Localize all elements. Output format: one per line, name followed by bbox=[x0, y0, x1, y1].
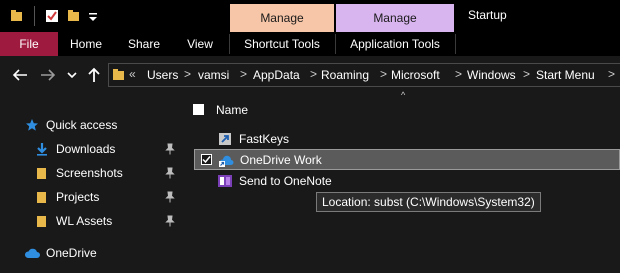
folder-icon bbox=[34, 189, 50, 205]
star-icon bbox=[24, 117, 40, 133]
breadcrumb-vamsi[interactable]: vamsi bbox=[198, 68, 229, 82]
toolbar-divider bbox=[34, 6, 35, 26]
tab-share[interactable]: Share bbox=[118, 32, 170, 56]
new-folder-icon[interactable] bbox=[67, 9, 81, 23]
folder-icon bbox=[34, 165, 50, 181]
nav-item-label: Projects bbox=[56, 190, 100, 204]
arrow-right-icon bbox=[41, 69, 56, 81]
nav-item-label: Quick access bbox=[46, 118, 118, 132]
shortcut-icon bbox=[219, 155, 234, 167]
breadcrumb-users[interactable]: Users bbox=[147, 68, 178, 82]
arrow-left-icon bbox=[12, 69, 27, 81]
tab-home[interactable]: Home bbox=[60, 32, 112, 56]
pin-icon[interactable] bbox=[164, 191, 176, 203]
pin-icon[interactable] bbox=[164, 143, 176, 155]
breadcrumb-separator[interactable]: > bbox=[608, 67, 615, 81]
file-name: Send to OneNote bbox=[239, 173, 332, 188]
file-row-onedrive-work[interactable]: OneDrive Work bbox=[194, 149, 620, 170]
shortcut-icon bbox=[219, 132, 231, 145]
back-button[interactable] bbox=[10, 64, 30, 86]
nav-item-quick-access[interactable]: Quick access bbox=[24, 114, 117, 136]
tab-label: Manage bbox=[373, 11, 417, 25]
pin-icon[interactable] bbox=[164, 167, 176, 179]
nav-item-projects[interactable]: Projects bbox=[34, 186, 99, 208]
tab-application-tools[interactable]: Application Tools bbox=[336, 32, 454, 56]
folder-icon bbox=[34, 213, 50, 229]
tab-manage-shortcut-tools[interactable]: Manage bbox=[230, 4, 334, 32]
file-name: FastKeys bbox=[239, 131, 290, 146]
nav-item-label: OneDrive bbox=[46, 246, 97, 260]
breadcrumb-separator[interactable]: > bbox=[310, 67, 317, 81]
folder-icon[interactable] bbox=[10, 9, 24, 23]
select-all-checkbox[interactable] bbox=[193, 104, 204, 115]
breadcrumb-separator[interactable]: > bbox=[184, 67, 191, 81]
breadcrumb-separator[interactable]: > bbox=[240, 67, 247, 81]
nav-item-label: Downloads bbox=[56, 142, 116, 156]
breadcrumb-start-menu[interactable]: Start Menu bbox=[536, 68, 595, 82]
properties-check-icon[interactable] bbox=[45, 9, 59, 23]
breadcrumb-roaming[interactable]: Roaming bbox=[321, 68, 369, 82]
nav-item-screenshots[interactable]: Screenshots bbox=[34, 162, 123, 184]
context-divider bbox=[455, 34, 456, 54]
onenote-icon bbox=[218, 174, 232, 187]
chevron-down-icon bbox=[67, 72, 77, 79]
pin-icon[interactable] bbox=[164, 215, 176, 227]
nav-item-label: Screenshots bbox=[56, 166, 123, 180]
tab-view[interactable]: View bbox=[174, 32, 226, 56]
nav-item-onedrive[interactable]: OneDrive bbox=[24, 242, 97, 264]
nav-item-wl-assets[interactable]: WL Assets bbox=[34, 210, 112, 232]
breadcrumb-overflow[interactable]: « bbox=[129, 67, 136, 81]
up-button[interactable] bbox=[84, 64, 104, 86]
breadcrumb-separator[interactable]: > bbox=[523, 67, 530, 81]
tab-label: Manage bbox=[260, 11, 304, 25]
file-name: OneDrive Work bbox=[240, 152, 322, 167]
arrow-up-icon bbox=[88, 67, 100, 82]
customize-toolbar-icon[interactable] bbox=[88, 9, 98, 23]
cloud-icon bbox=[24, 245, 40, 261]
file-row-fastkeys[interactable]: FastKeys bbox=[194, 128, 620, 149]
column-header-name[interactable]: Name bbox=[216, 103, 248, 117]
breadcrumb-microsoft[interactable]: Microsoft bbox=[391, 68, 440, 82]
location-tooltip: Location: subst (C:\Windows\System32) bbox=[316, 192, 541, 212]
breadcrumb-windows[interactable]: Windows bbox=[467, 68, 516, 82]
nav-item-downloads[interactable]: Downloads bbox=[34, 138, 115, 160]
file-row-send-to-onenote[interactable]: Send to OneNote bbox=[194, 170, 620, 191]
tab-manage-application-tools[interactable]: Manage bbox=[336, 4, 454, 32]
checkmark-icon bbox=[202, 156, 211, 164]
breadcrumb-separator[interactable]: > bbox=[380, 67, 387, 81]
row-checkbox[interactable] bbox=[201, 154, 212, 165]
sort-ascending-caret: ^ bbox=[401, 90, 406, 100]
forward-button[interactable] bbox=[38, 64, 58, 86]
nav-item-label: WL Assets bbox=[56, 214, 113, 228]
recent-locations-button[interactable] bbox=[64, 64, 80, 86]
folder-icon bbox=[113, 69, 124, 80]
breadcrumb-appdata[interactable]: AppData bbox=[253, 68, 300, 82]
window-title: Startup bbox=[468, 8, 507, 22]
tab-shortcut-tools[interactable]: Shortcut Tools bbox=[230, 32, 334, 56]
download-arrow-icon bbox=[34, 141, 50, 157]
tab-file[interactable]: File bbox=[0, 32, 58, 56]
breadcrumb-separator[interactable]: > bbox=[455, 67, 462, 81]
